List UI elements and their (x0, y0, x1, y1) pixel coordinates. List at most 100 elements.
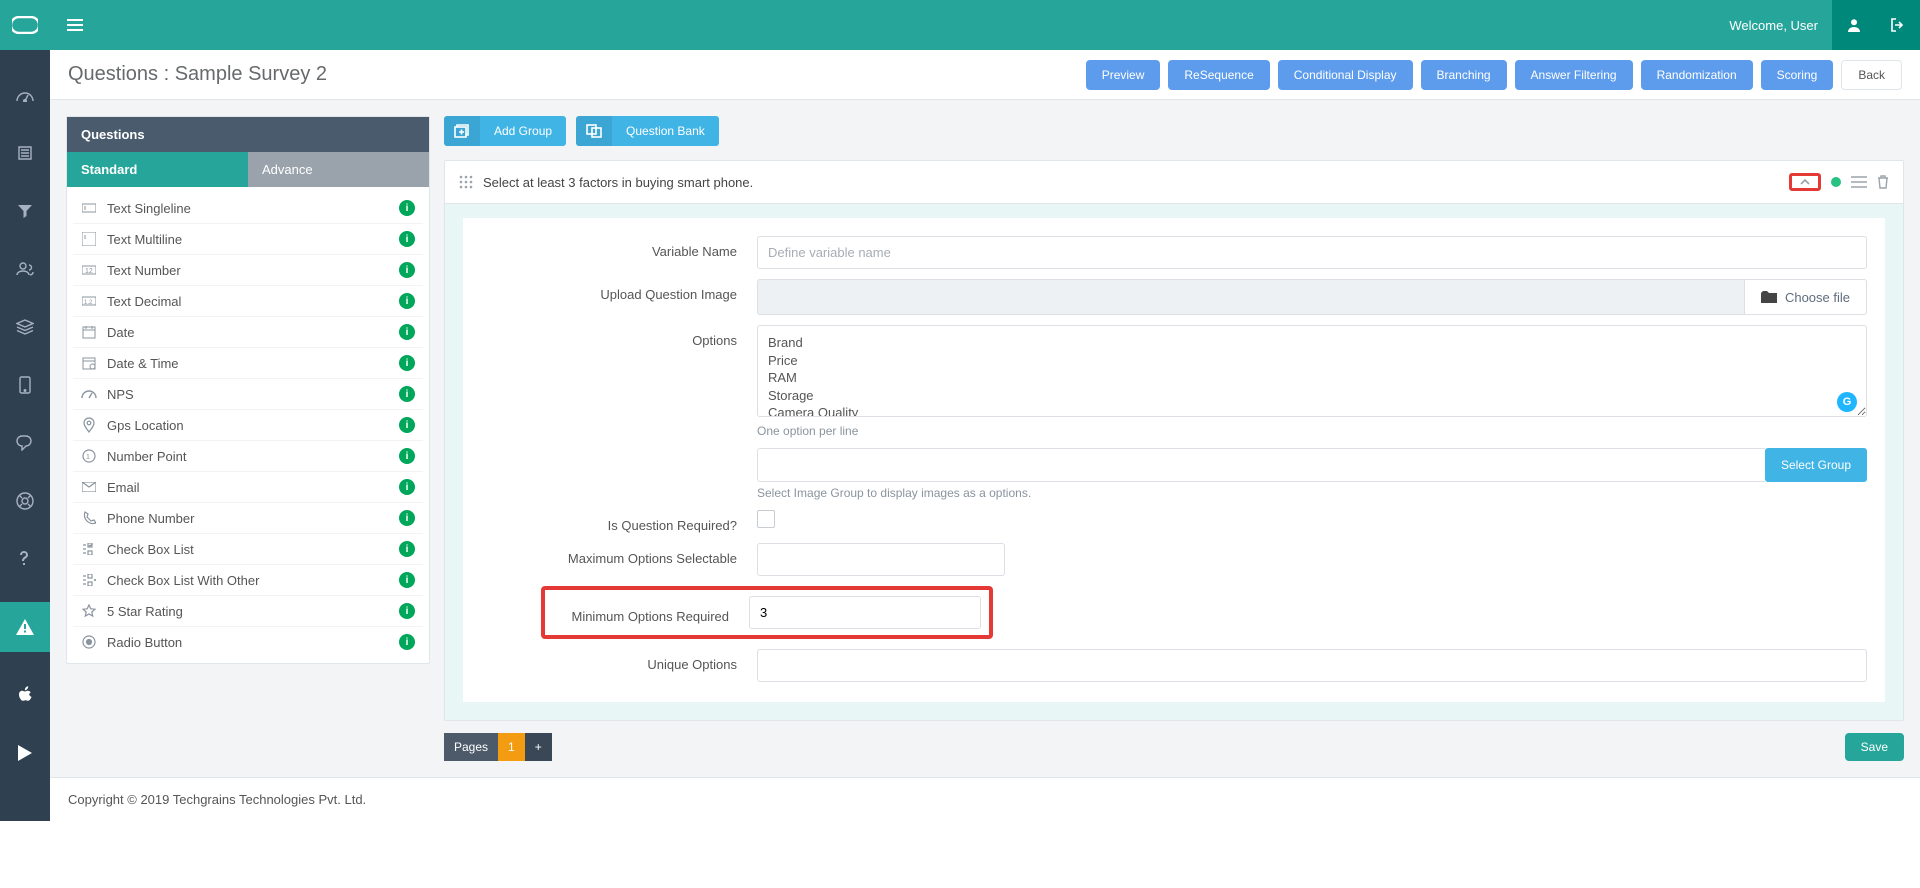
info-icon[interactable]: i (399, 386, 415, 402)
page-title: Questions : Sample Survey 2 (68, 63, 327, 86)
nav-alert-icon[interactable] (0, 602, 50, 652)
question-type-item[interactable]: Radio Buttoni (73, 627, 423, 657)
question-type-label: Gps Location (107, 418, 184, 433)
nav-chat-icon[interactable] (0, 428, 50, 458)
nav-filter-icon[interactable] (0, 196, 50, 226)
tab-standard[interactable]: Standard (67, 152, 248, 187)
tab-advance[interactable]: Advance (248, 152, 429, 187)
nav-layers-icon[interactable] (0, 312, 50, 342)
collapse-toggle[interactable] (1789, 173, 1821, 191)
nav-apple-icon[interactable] (0, 680, 50, 710)
options-textarea[interactable] (757, 325, 1867, 417)
question-type-icon: 12 (81, 264, 97, 276)
drag-handle-icon[interactable] (459, 175, 473, 189)
footer-copyright: Copyright © 2019 Techgrains Technologies… (50, 777, 1920, 821)
min-required-input[interactable] (749, 596, 981, 629)
save-button[interactable]: Save (1845, 733, 1904, 761)
question-type-item[interactable]: Text Multilinei (73, 224, 423, 255)
variable-name-input[interactable] (757, 236, 1867, 269)
menu-icon[interactable] (1851, 176, 1867, 188)
questions-panel-title: Questions (67, 117, 429, 152)
add-group-button[interactable]: Add Group (444, 116, 566, 146)
add-group-icon (444, 116, 480, 146)
svg-text:1: 1 (86, 454, 90, 461)
conditional-display-button[interactable]: Conditional Display (1278, 60, 1413, 90)
add-page-button[interactable]: + (525, 733, 552, 761)
question-type-item[interactable]: Phone Number i (73, 503, 423, 534)
nav-dashboard-icon[interactable] (0, 80, 50, 110)
folder-icon (1761, 291, 1777, 303)
question-type-item[interactable]: Gps Location i (73, 410, 423, 441)
question-type-list: Text SinglelineiText Multilinei12Text Nu… (67, 187, 429, 663)
unique-options-label: Unique Options (481, 649, 757, 672)
info-icon[interactable]: i (399, 231, 415, 247)
info-icon[interactable]: i (399, 541, 415, 557)
question-type-label: NPS (107, 387, 134, 402)
preview-button[interactable]: Preview (1086, 60, 1161, 90)
info-icon[interactable]: i (399, 355, 415, 371)
question-type-icon (81, 325, 97, 339)
randomization-button[interactable]: Randomization (1641, 60, 1753, 90)
question-type-item[interactable]: Datei (73, 317, 423, 348)
side-rail (0, 50, 50, 821)
info-icon[interactable]: i (399, 324, 415, 340)
question-type-item[interactable]: Check Box List With Otheri (73, 565, 423, 596)
scoring-button[interactable]: Scoring (1761, 60, 1834, 90)
required-label: Is Question Required? (481, 510, 757, 533)
question-type-item[interactable]: Date & Time i (73, 348, 423, 379)
page-1-button[interactable]: 1 (498, 733, 525, 761)
question-bank-icon (576, 116, 612, 146)
question-type-item[interactable]: 12 Text Number i (73, 255, 423, 286)
nav-help-icon[interactable] (0, 544, 50, 574)
info-icon[interactable]: i (399, 448, 415, 464)
info-icon[interactable]: i (399, 293, 415, 309)
info-icon[interactable]: i (399, 479, 415, 495)
answer-filtering-button[interactable]: Answer Filtering (1515, 60, 1633, 90)
question-type-label: Phone Number (107, 511, 194, 526)
info-icon[interactable]: i (399, 200, 415, 216)
max-selectable-input[interactable] (757, 543, 1005, 576)
back-button[interactable]: Back (1841, 60, 1902, 90)
select-group-button[interactable]: Select Group (1765, 448, 1867, 482)
choose-file-button[interactable]: Choose file (1744, 279, 1867, 315)
question-type-item[interactable]: Emaili (73, 472, 423, 503)
question-bank-button[interactable]: Question Bank (576, 116, 719, 146)
upload-image-label: Upload Question Image (481, 279, 757, 302)
question-type-icon (81, 482, 97, 492)
question-type-item[interactable]: 5 Star Ratingi (73, 596, 423, 627)
info-icon[interactable]: i (399, 262, 415, 278)
logout-icon[interactable] (1876, 0, 1920, 50)
delete-icon[interactable] (1877, 175, 1889, 189)
question-type-icon: 1 (81, 449, 97, 463)
select-image-group-input[interactable] (757, 448, 1765, 482)
info-icon[interactable]: i (399, 417, 415, 433)
question-type-item[interactable]: Check Box Listi (73, 534, 423, 565)
question-type-item[interactable]: Text Singleline i (73, 193, 423, 224)
resequence-button[interactable]: ReSequence (1168, 60, 1269, 90)
branching-button[interactable]: Branching (1421, 60, 1507, 90)
app-logo[interactable] (0, 0, 50, 50)
question-type-label: Date & Time (107, 356, 179, 371)
question-type-icon (81, 356, 97, 370)
nav-play-icon[interactable] (0, 738, 50, 768)
user-icon[interactable] (1832, 0, 1876, 50)
info-icon[interactable]: i (399, 603, 415, 619)
info-icon[interactable]: i (399, 572, 415, 588)
unique-options-input[interactable] (757, 649, 1867, 682)
nav-support-icon[interactable] (0, 486, 50, 516)
info-icon[interactable]: i (399, 634, 415, 650)
info-icon[interactable]: i (399, 510, 415, 526)
question-type-item[interactable]: NPS i (73, 379, 423, 410)
hamburger-menu[interactable] (50, 0, 100, 50)
question-type-item[interactable]: 1Number Pointi (73, 441, 423, 472)
nav-device-icon[interactable] (0, 370, 50, 400)
question-type-label: Text Singleline (107, 201, 191, 216)
svg-text:1.2: 1.2 (84, 300, 93, 306)
question-type-label: Text Number (107, 263, 181, 278)
min-required-label: Minimum Options Required (553, 601, 749, 624)
required-checkbox[interactable] (757, 510, 775, 528)
nav-users-icon[interactable] (0, 254, 50, 284)
question-type-item[interactable]: 1.2Text Decimali (73, 286, 423, 317)
nav-surveys-icon[interactable] (0, 138, 50, 168)
grammarly-icon: G (1837, 392, 1857, 412)
